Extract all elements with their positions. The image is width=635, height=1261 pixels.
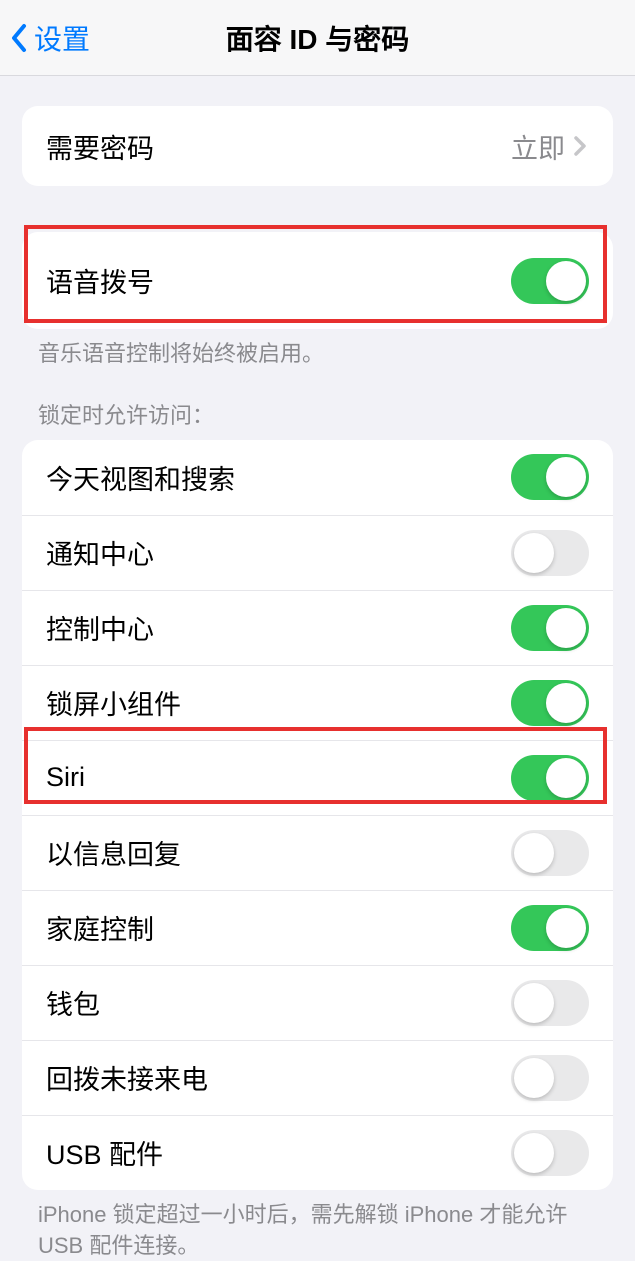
- lock-access-label: 锁屏小组件: [46, 683, 511, 722]
- voice-dial-toggle[interactable]: [511, 258, 589, 304]
- voice-dial-footer: 音乐语音控制将始终被启用。: [38, 339, 597, 370]
- require-passcode-label: 需要密码: [46, 127, 511, 166]
- lock-access-label: 家庭控制: [46, 908, 511, 947]
- lock-access-label: 钱包: [46, 983, 511, 1022]
- chevron-right-icon: [573, 134, 589, 158]
- page-title: 面容 ID 与密码: [0, 18, 635, 58]
- back-label: 设置: [34, 18, 90, 58]
- back-button[interactable]: 设置: [0, 18, 90, 58]
- lock-access-toggle[interactable]: [511, 755, 589, 801]
- voice-dial-label: 语音拨号: [46, 261, 511, 300]
- lock-access-toggle[interactable]: [511, 1055, 589, 1101]
- lock-access-row: 钱包: [22, 965, 613, 1040]
- lock-access-row: 回拨未接来电: [22, 1040, 613, 1115]
- lock-access-row: 控制中心: [22, 590, 613, 665]
- lock-access-label: 回拨未接来电: [46, 1058, 511, 1097]
- lock-access-row: USB 配件: [22, 1115, 613, 1190]
- lock-access-label: USB 配件: [46, 1133, 511, 1172]
- lock-access-row: 家庭控制: [22, 890, 613, 965]
- lock-access-toggle[interactable]: [511, 530, 589, 576]
- lock-access-header: 锁定时允许访问：: [38, 398, 597, 430]
- lock-access-label: Siri: [46, 762, 511, 793]
- lock-access-toggle[interactable]: [511, 454, 589, 500]
- lock-access-label: 通知中心: [46, 533, 511, 572]
- lock-access-row: 锁屏小组件: [22, 665, 613, 740]
- lock-access-label: 今天视图和搜索: [46, 458, 511, 497]
- chevron-left-icon: [8, 22, 30, 54]
- lock-access-toggle[interactable]: [511, 605, 589, 651]
- lock-access-row: 通知中心: [22, 515, 613, 590]
- lock-access-row: 今天视图和搜索: [22, 440, 613, 515]
- voice-dial-group: 语音拨号: [22, 232, 613, 329]
- lock-access-group: 今天视图和搜索通知中心控制中心锁屏小组件 Siri 以信息回复家庭控制钱包回拨未接来…: [22, 440, 613, 1190]
- lock-access-toggle[interactable]: [511, 830, 589, 876]
- require-passcode-row[interactable]: 需要密码 立即: [22, 106, 613, 186]
- voice-dial-row: 语音拨号: [22, 232, 613, 329]
- lock-access-label: 以信息回复: [46, 833, 511, 872]
- lock-access-label: 控制中心: [46, 608, 511, 647]
- lock-access-toggle[interactable]: [511, 980, 589, 1026]
- lock-access-row: 以信息回复: [22, 815, 613, 890]
- lock-access-row: Siri: [22, 740, 613, 815]
- lock-access-toggle[interactable]: [511, 905, 589, 951]
- require-passcode-value: 立即: [511, 127, 565, 166]
- lock-access-toggle[interactable]: [511, 680, 589, 726]
- navigation-bar: 设置 面容 ID 与密码: [0, 0, 635, 76]
- lock-access-toggle[interactable]: [511, 1130, 589, 1176]
- lock-access-footer: iPhone 锁定超过一小时后，需先解锁 iPhone 才能允许 USB 配件连…: [38, 1200, 597, 1261]
- require-passcode-group: 需要密码 立即: [22, 106, 613, 186]
